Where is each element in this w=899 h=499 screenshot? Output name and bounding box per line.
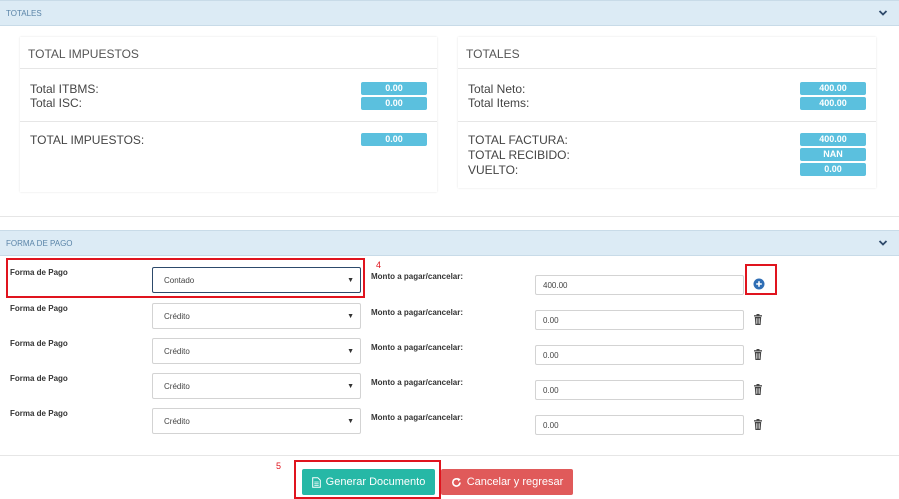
total-recibido-label: TOTAL RECIBIDO: [468,148,570,162]
refresh-icon [451,477,461,487]
step-5-label: 5 [276,461,282,471]
forma-pago-label: Forma de Pago [10,304,68,313]
totales-card: TOTALES Total Neto: 400.00 Total Items: … [458,37,876,188]
trash-icon[interactable] [753,314,763,325]
forma-pago-select-value: Crédito [164,417,190,426]
forma-pago-label: Forma de Pago [10,374,68,383]
total-factura-label: TOTAL FACTURA: [468,133,568,147]
dropdown-arrow-icon: ▼ [347,348,354,355]
dropdown-arrow-icon: ▼ [347,313,354,320]
chevron-down-icon[interactable] [878,8,888,18]
chevron-down-icon[interactable] [878,238,888,248]
forma-pago-label: Forma de Pago [10,409,68,418]
monto-input[interactable]: 0.00 [535,345,744,365]
generar-documento-label: Generar Documento [325,476,426,488]
dropdown-arrow-icon: ▼ [347,383,354,390]
monto-label: Monto a pagar/cancelar: [371,378,464,387]
divider [458,121,876,122]
forma-pago-select[interactable]: Crédito ▼ [152,303,361,329]
vuelto-value: 0.00 [800,163,866,176]
total-isc-label: Total ISC: [30,96,83,110]
totales-panel-header[interactable]: TOTALES [0,0,899,26]
monto-label: Monto a pagar/cancelar: [371,308,464,317]
vuelto-label: VUELTO: [468,163,519,177]
total-items-value: 400.00 [800,97,866,110]
monto-label: Monto a pagar/cancelar: [371,272,464,281]
monto-input[interactable]: 0.00 [535,310,744,330]
cancelar-regresar-button[interactable]: Cancelar y regresar [441,469,573,495]
impuestos-card: TOTAL IMPUESTOS Total ITBMS: 0.00 Total … [20,37,437,192]
cancelar-regresar-label: Cancelar y regresar [466,476,564,488]
section-divider [0,216,899,217]
forma-pago-select-value: Crédito [164,382,190,391]
forma-pago-select[interactable]: Crédito ▼ [152,338,361,364]
forma-pago-panel-title: FORMA DE PAGO [6,239,73,248]
monto-input[interactable]: 400.00 [535,275,744,295]
forma-pago-select[interactable]: Crédito ▼ [152,373,361,399]
totales-panel-title: TOTALES [6,9,42,18]
forma-pago-label: Forma de Pago [10,339,68,348]
totales-card-title: TOTALES [466,47,520,61]
forma-pago-panel-header[interactable]: FORMA DE PAGO [0,230,899,256]
total-neto-label: Total Neto: [468,82,526,96]
total-isc-value: 0.00 [361,97,427,110]
trash-icon[interactable] [753,349,763,360]
monto-input[interactable]: 0.00 [535,380,744,400]
impuestos-card-title: TOTAL IMPUESTOS [28,47,139,61]
monto-label: Monto a pagar/cancelar: [371,343,464,352]
total-factura-value: 400.00 [800,133,866,146]
total-itbms-label: Total ITBMS: [30,82,99,96]
monto-input[interactable]: 0.00 [535,415,744,435]
total-recibido-value: NAN [800,148,866,161]
total-impuestos-label: TOTAL IMPUESTOS: [30,133,145,147]
divider [20,121,437,122]
total-neto-value: 400.00 [800,82,866,95]
monto-label: Monto a pagar/cancelar: [371,413,464,422]
highlight-box-step-4 [6,258,365,298]
total-itbms-value: 0.00 [361,82,427,95]
divider [458,68,876,69]
generar-documento-button[interactable]: Generar Documento [302,469,435,495]
forma-pago-select-value: Crédito [164,312,190,321]
forma-pago-select-value: Crédito [164,347,190,356]
highlight-box-add [745,264,777,295]
dropdown-arrow-icon: ▼ [347,418,354,425]
trash-icon[interactable] [753,384,763,395]
forma-pago-select[interactable]: Crédito ▼ [152,408,361,434]
divider [20,68,437,69]
total-impuestos-value: 0.00 [361,133,427,146]
total-items-label: Total Items: [468,96,530,110]
trash-icon[interactable] [753,419,763,430]
file-text-icon [311,476,321,488]
step-4-label: 4 [376,260,382,270]
section-divider [0,455,899,456]
